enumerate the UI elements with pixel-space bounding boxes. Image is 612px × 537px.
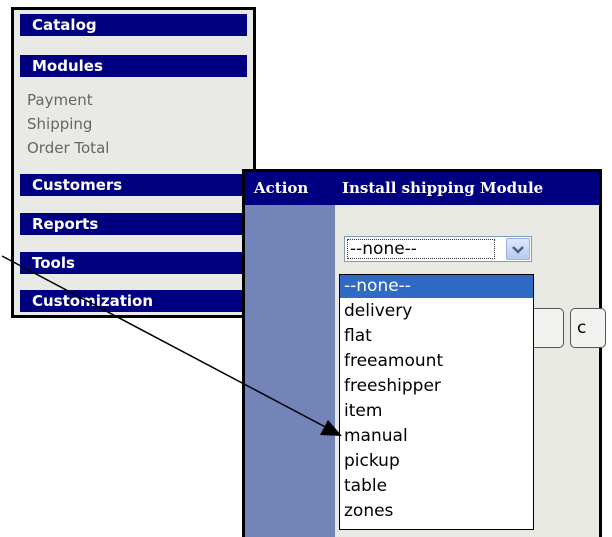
annotation-arrow-icon <box>1 255 342 436</box>
